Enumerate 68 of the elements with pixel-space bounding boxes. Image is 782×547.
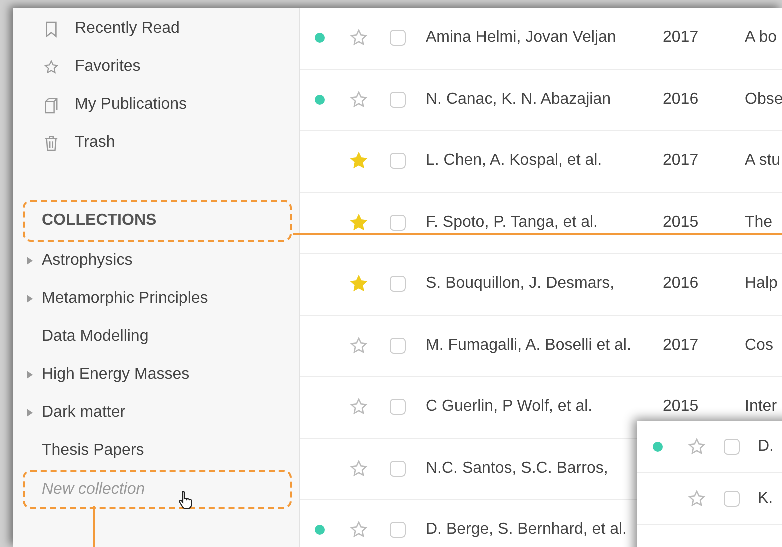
caret-icon[interactable] (27, 257, 33, 265)
sidebar-item[interactable]: Trash (13, 124, 299, 162)
year-cell: 2016 (663, 275, 699, 292)
hand-cursor-icon (178, 490, 194, 510)
title-cell: A stu (745, 152, 781, 170)
checkbox[interactable] (390, 399, 406, 416)
title-cell: Cos (745, 336, 774, 354)
caret-icon[interactable] (27, 371, 33, 379)
authors-cell-text: D. Berge, S. Bernhard, et al. (426, 521, 628, 540)
checkbox[interactable] (390, 338, 406, 354)
authors-cell-text: F. Spoto, P. Tanga, et al. (426, 214, 599, 232)
collection-item[interactable]: High Energy Masses (42, 366, 190, 384)
sidebar-item[interactable]: Recently Read (13, 10, 299, 48)
title-cell: The (745, 214, 773, 231)
collection-item[interactable]: Astrophysics (42, 252, 133, 270)
caret-icon[interactable] (27, 409, 33, 417)
authors-cell-text: K. (757, 490, 774, 508)
title-cell: A bo (745, 29, 778, 46)
authors-cell-text: N.C. Santos, S.C. Barros, (426, 460, 610, 478)
checkbox[interactable] (390, 276, 406, 292)
authors-cell-text: D. (757, 438, 775, 456)
authors-cell-text: L. Chen, A. Kospal, et al. (426, 152, 604, 170)
year-cell: 2015 (663, 214, 699, 231)
title-cell: Halp (745, 275, 778, 292)
checkbox[interactable] (390, 522, 406, 538)
checkbox[interactable] (390, 460, 406, 477)
authors-cell-text: N. Canac, K. N. Abazajian (426, 90, 612, 109)
year-cell: 2017 (663, 29, 699, 46)
star-icon[interactable] (350, 460, 368, 478)
caret-icon[interactable] (27, 295, 33, 303)
checkbox[interactable] (390, 214, 406, 231)
star-icon[interactable] (350, 521, 368, 540)
text-input[interactable]: New collection (42, 480, 262, 498)
year-cell: 2016 (663, 90, 699, 108)
sidebar-item[interactable]: Favorites (13, 48, 299, 86)
star-icon[interactable] (688, 490, 706, 508)
star-icon[interactable] (350, 336, 368, 355)
checkbox[interactable] (724, 490, 740, 506)
title-cell: Inter (745, 398, 778, 416)
star-icon[interactable] (350, 90, 368, 109)
trash-icon (44, 134, 59, 152)
authors-cell-text: S. Bouquillon, J. Desmars, (426, 275, 616, 294)
year-cell: 2017 (663, 152, 699, 170)
star-icon[interactable] (350, 29, 368, 48)
authors-cell-text: Amina Helmi, Jovan Veljan (426, 29, 618, 48)
authors-cell-text: M. Fumagalli, A. Boselli et al. (426, 336, 632, 355)
authors-cell-text: C Guerlin, P Wolf, et al. (426, 398, 594, 416)
collection-item[interactable]: Metamorphic Principles (42, 290, 208, 308)
collection-item[interactable]: Dark matter (42, 404, 126, 422)
leader-line (93, 506, 95, 547)
year-cell: 2015 (663, 398, 699, 416)
star-icon (44, 58, 59, 76)
filled-star-icon[interactable] (350, 275, 368, 294)
sidebar-item[interactable]: My Publications (13, 86, 299, 124)
bookmark-icon (44, 20, 59, 38)
collections-heading: COLLECTIONS (23, 200, 292, 242)
star-icon[interactable] (350, 398, 368, 416)
collection-item[interactable]: Thesis Papers (42, 442, 144, 460)
checkbox[interactable] (390, 92, 406, 108)
year-cell: 2017 (663, 336, 699, 354)
pages-icon (44, 96, 59, 114)
filled-star-icon[interactable] (350, 214, 368, 232)
collection-item[interactable]: Data Modelling (42, 328, 149, 346)
star-icon[interactable] (688, 438, 706, 456)
filled-star-icon[interactable] (350, 152, 368, 170)
checkbox[interactable] (390, 153, 406, 170)
checkbox[interactable] (390, 30, 406, 46)
checkbox[interactable] (724, 438, 740, 454)
